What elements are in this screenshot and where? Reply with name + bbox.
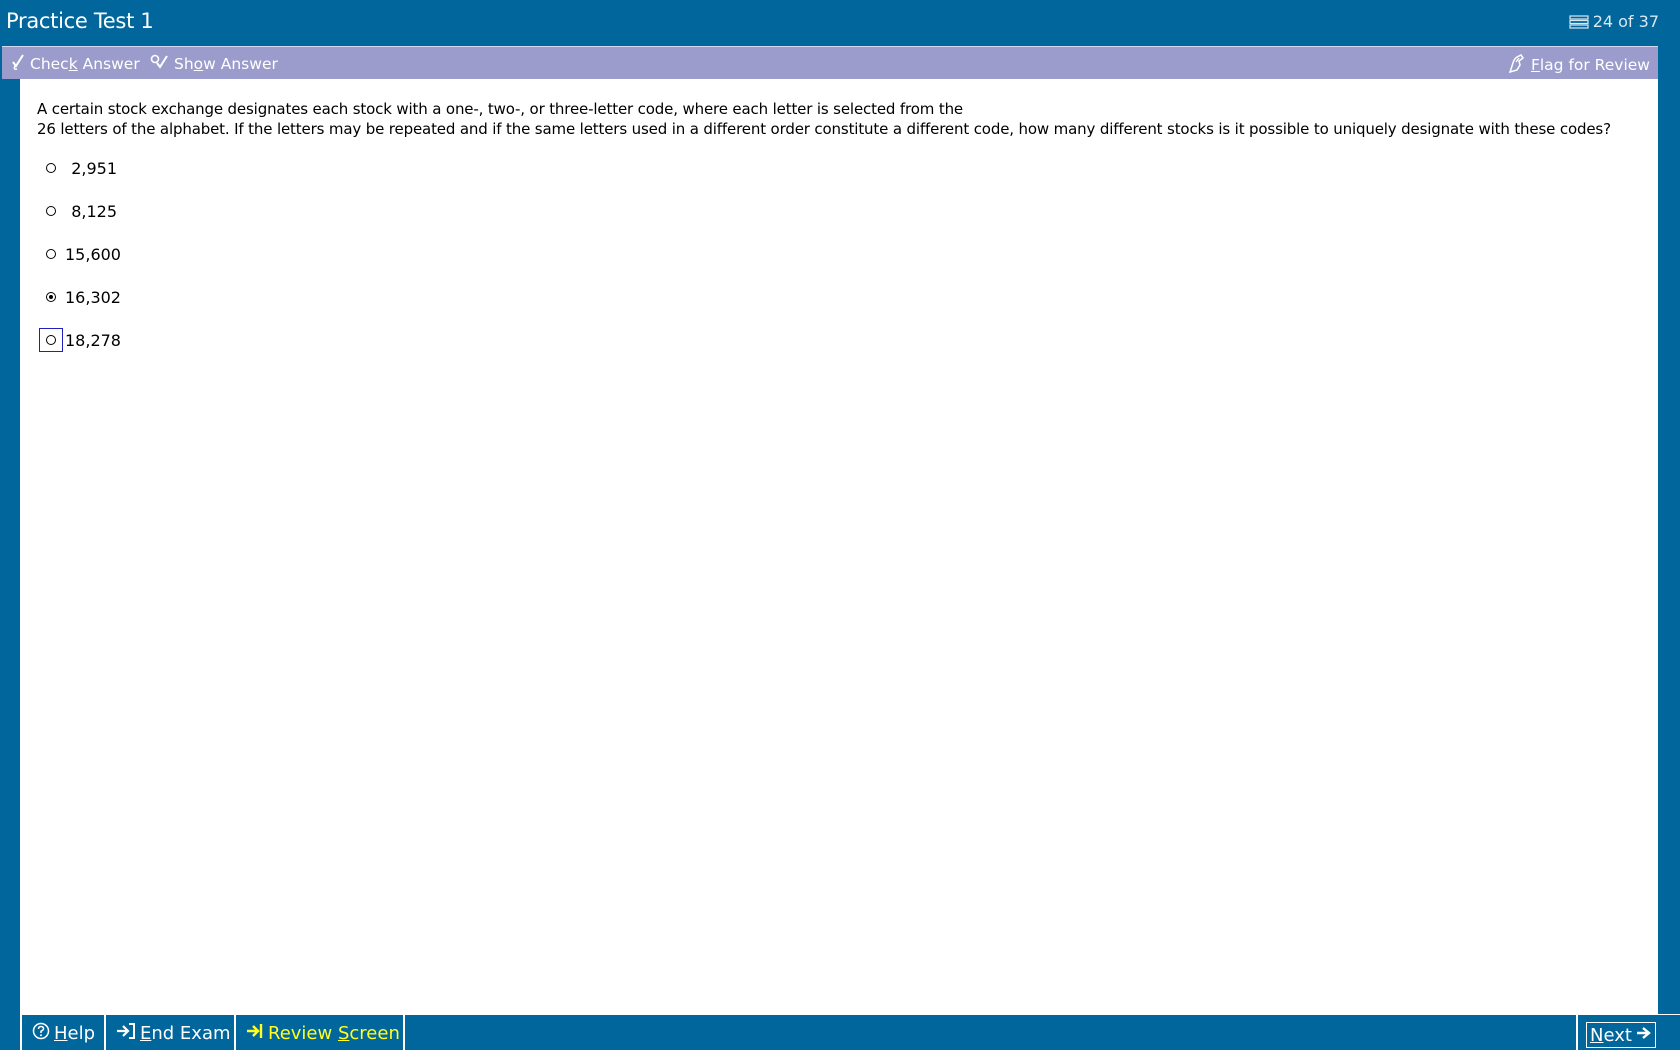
review-screen-button[interactable]: Review Screen	[236, 1015, 405, 1050]
question-text: A certain stock exchange designates each…	[37, 99, 1637, 139]
title-bar: Practice Test 1 24 of 37	[0, 0, 1680, 45]
arrow-right-icon	[1636, 1025, 1652, 1046]
choice-label: 8,125	[71, 201, 117, 221]
review-screen-label: Review Screen	[268, 1022, 400, 1044]
next-button[interactable]: Next	[1576, 1015, 1656, 1050]
radio-button[interactable]	[39, 328, 63, 352]
check-answer-button[interactable]: Check Answer	[10, 53, 140, 75]
choice-label: 15,600	[65, 244, 121, 264]
radio-button[interactable]	[39, 285, 63, 309]
check-answer-label: Check Answer	[30, 55, 140, 73]
answer-choice-1[interactable]: 2,951	[39, 155, 117, 181]
counter-text: 24 of 37	[1592, 12, 1659, 31]
exam-window: Practice Test 1 24 of 37 Check Answer Sh…	[0, 0, 1680, 1050]
flag-hand-icon	[1507, 53, 1527, 77]
next-button-frame: Next	[1586, 1022, 1656, 1048]
end-exam-button[interactable]: End Exam	[106, 1015, 236, 1050]
answer-choice-3[interactable]: 15,600	[39, 241, 121, 267]
flag-for-review-label: Flag for Review	[1530, 56, 1650, 74]
help-icon	[32, 1022, 50, 1045]
list-icon	[1569, 14, 1589, 29]
choice-label: 2,951	[71, 158, 117, 178]
review-screen-icon	[246, 1022, 264, 1045]
app-title: Practice Test 1	[6, 9, 154, 33]
radio-button[interactable]	[39, 199, 63, 223]
help-button[interactable]: Help	[20, 1015, 106, 1050]
choice-label: 18,278	[65, 330, 121, 350]
show-answer-icon	[150, 53, 170, 75]
answer-choice-5[interactable]: 18,278	[39, 327, 121, 353]
help-label: Help	[54, 1022, 96, 1044]
radio-button[interactable]	[39, 242, 63, 266]
toolbar: Check Answer Show Answer Flag for Review	[2, 46, 1658, 79]
radio-button[interactable]	[39, 156, 63, 180]
question-line-1: A certain stock exchange designates each…	[37, 100, 964, 118]
question-line-2: 26 letters of the alphabet. If the lette…	[37, 120, 1611, 138]
answer-choice-4[interactable]: 16,302	[39, 284, 121, 310]
bottom-bar: Help End Exam Review Screen Next	[20, 1014, 1680, 1050]
end-exam-icon	[116, 1022, 136, 1045]
next-label: Next	[1590, 1024, 1632, 1046]
show-answer-button[interactable]: Show Answer	[150, 53, 278, 75]
check-answer-icon	[10, 53, 26, 75]
question-counter: 24 of 37	[1569, 12, 1659, 31]
flag-for-review-button[interactable]: Flag for Review	[1507, 53, 1650, 77]
choice-label: 16,302	[65, 287, 121, 307]
answer-choice-2[interactable]: 8,125	[39, 198, 117, 224]
end-exam-label: End Exam	[140, 1022, 231, 1044]
question-panel: A certain stock exchange designates each…	[20, 79, 1658, 1014]
show-answer-label: Show Answer	[174, 55, 278, 73]
